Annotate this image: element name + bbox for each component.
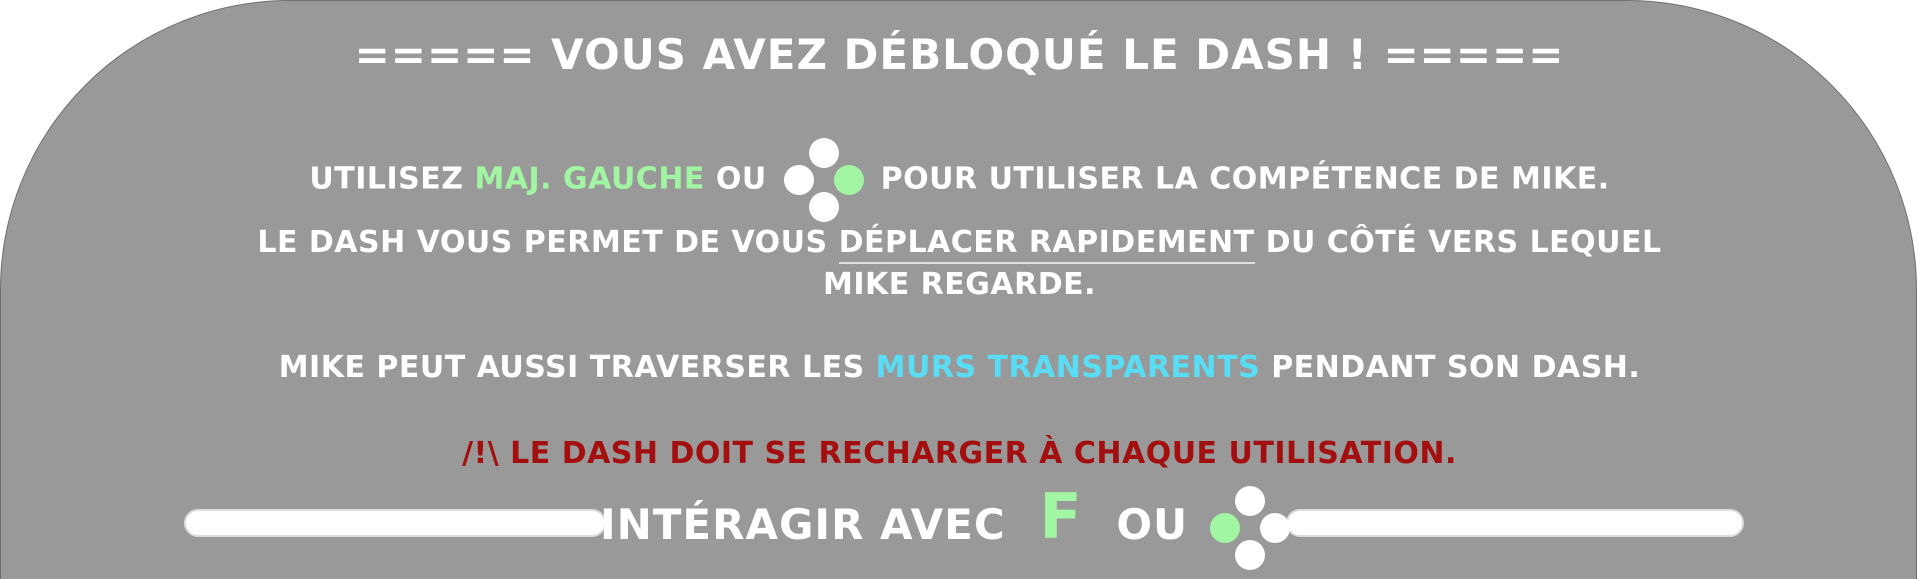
gamepad-face-buttons-icon	[783, 138, 864, 222]
decorative-bar-right	[1286, 509, 1744, 537]
gamepad-face-buttons-icon	[1209, 485, 1290, 570]
instruction-line-dash-description: LE DASH VOUS PERMET DE VOUS DÉPLACER RAP…	[0, 222, 1919, 306]
interact-label: INTÉRAGIR AVEC	[600, 500, 1006, 549]
controls-text-before: UTILISEZ	[309, 161, 464, 197]
walls-text-before: MIKE PEUT AUSSI TRAVERSER LES	[278, 350, 865, 385]
controls-or-text: OU	[715, 161, 767, 197]
controls-text-after: POUR UTILISER LA COMPÉTENCE DE MIKE.	[880, 161, 1610, 197]
instruction-line-walls: MIKE PEUT AUSSI TRAVERSER LES MURS TRANS…	[0, 346, 1919, 390]
interact-or-text: OU	[1116, 500, 1189, 549]
dash-text-before: LE DASH VOUS PERMET DE VOUS	[257, 225, 828, 260]
recharge-warning: /!\ LE DASH DOIT SE RECHARGER À CHAQUE U…	[462, 436, 1457, 471]
instruction-line-controls: UTILISEZ MAJ. GAUCHE OU POUR UTILISER LA…	[0, 138, 1919, 222]
dash-emphasis-text: DÉPLACER RAPIDEMENT	[838, 225, 1255, 264]
walls-text-after: PENDANT SON DASH.	[1271, 350, 1641, 385]
gamepad-right-button-highlight	[833, 165, 864, 195]
gamepad-left-button-highlight	[1209, 512, 1240, 543]
unlock-title: ===== VOUS AVEZ DÉBLOQUÉ LE DASH ! =====	[354, 30, 1565, 79]
decorative-bar-left	[184, 509, 606, 537]
interact-prompt[interactable]: INTÉRAGIR AVEC F OU	[600, 480, 1290, 570]
transparent-walls-highlight: MURS TRANSPARENTS	[875, 350, 1261, 385]
interact-key-f: F	[1039, 480, 1083, 553]
keyboard-key-label: MAJ. GAUCHE	[474, 161, 705, 197]
